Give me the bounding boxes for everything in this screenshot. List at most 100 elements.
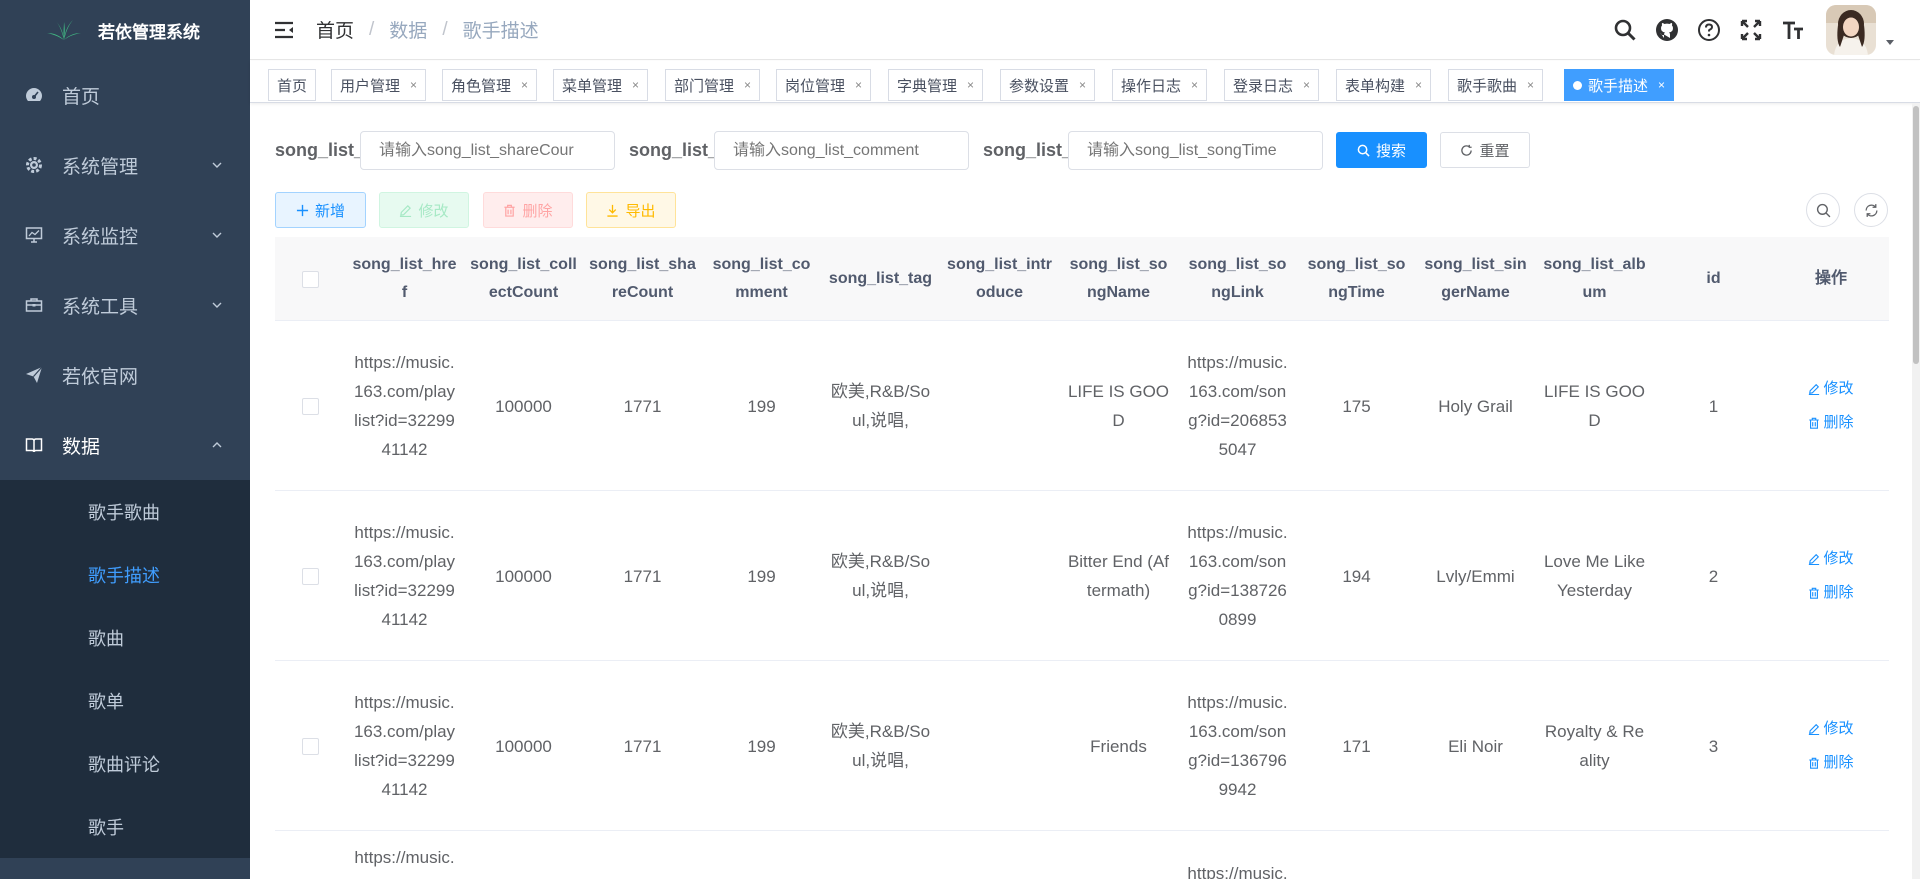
add-button[interactable]: 新增 (275, 192, 366, 228)
submenu-item-singer-songs[interactable]: 歌手歌曲 (0, 480, 250, 543)
table-row: https://music.163.com/playlist?id=322994… (275, 491, 1889, 661)
tag-post[interactable]: 岗位管理 × (776, 69, 872, 101)
row-delete-link[interactable]: 删除 (1808, 406, 1854, 440)
menu-item-home[interactable]: 首页 (0, 60, 250, 130)
close-icon[interactable]: × (1079, 78, 1086, 92)
caret-down-icon[interactable] (1884, 36, 1896, 48)
tag-label: 部门管理 (674, 77, 735, 95)
close-icon[interactable]: × (1191, 78, 1198, 92)
chevron-down-icon (212, 302, 222, 308)
submenu-item-singer-desc[interactable]: 歌手描述 (0, 543, 250, 606)
tag-singer-songs[interactable]: 歌手歌曲 × (1448, 69, 1544, 101)
export-button[interactable]: 导出 (586, 192, 676, 228)
delete-button[interactable]: 删除 (483, 192, 573, 228)
tag-home[interactable]: 首页 (268, 69, 317, 101)
row-edit-label: 修改 (1823, 720, 1854, 737)
tag-dict[interactable]: 字典管理 × (888, 69, 984, 101)
trash-icon (504, 204, 516, 217)
tag-label: 首页 (277, 77, 308, 95)
edit-button[interactable]: 修改 (379, 192, 469, 228)
cell-song-time: 171 (1342, 736, 1371, 756)
row-edit-link[interactable]: 修改 (1808, 712, 1854, 746)
help-icon[interactable] (1696, 17, 1722, 43)
github-icon[interactable] (1654, 17, 1680, 43)
cell-album: Royalty & Reality (1544, 722, 1645, 770)
refresh-table-button[interactable] (1854, 193, 1888, 227)
search-input-song-time[interactable] (1068, 131, 1323, 170)
hamburger-icon[interactable] (272, 18, 296, 42)
submenu-item-playlist[interactable]: 歌单 (0, 669, 250, 732)
menu-label: 若依官网 (62, 366, 139, 388)
edit-icon (1809, 553, 1820, 565)
menu-item-website[interactable]: 若依官网 (0, 340, 250, 410)
row-delete-link[interactable]: 删除 (1808, 746, 1854, 780)
avatar[interactable] (1826, 5, 1876, 55)
row-delete-link[interactable]: 删除 (1808, 576, 1854, 610)
logo[interactable]: 若依管理系统 (0, 0, 250, 60)
row-edit-label: 修改 (1823, 550, 1854, 567)
tag-user[interactable]: 用户管理 × (331, 69, 427, 101)
refresh-icon (1461, 144, 1473, 156)
tag-oper-log[interactable]: 操作日志 × (1112, 69, 1208, 101)
search-input-share-count[interactable] (360, 131, 615, 170)
tag-dept[interactable]: 部门管理 × (665, 69, 761, 101)
cell-operations: 修改 删除 (1773, 491, 1889, 661)
close-icon[interactable]: × (967, 78, 974, 92)
row-delete-label: 删除 (1823, 414, 1854, 431)
toolbox-icon (24, 295, 44, 315)
tag-login-log[interactable]: 登录日志 × (1224, 69, 1320, 101)
search-icon[interactable] (1612, 17, 1638, 43)
close-icon[interactable]: × (632, 78, 639, 92)
close-icon[interactable]: × (1527, 78, 1534, 92)
scrollbar-thumb[interactable] (1913, 106, 1919, 364)
close-icon[interactable]: × (855, 78, 862, 92)
menu-item-tools[interactable]: 系统工具 (0, 270, 250, 340)
cell-tag: 欧美,R&B/Soul,说唱, (830, 552, 931, 600)
row-checkbox[interactable] (301, 567, 319, 585)
edit-icon (400, 204, 412, 217)
breadcrumb-home[interactable]: 首页 (316, 16, 354, 43)
cell-introduce (940, 321, 1059, 491)
search-button[interactable]: 搜索 (1336, 132, 1427, 168)
trash-icon (1809, 757, 1820, 769)
menu-item-data[interactable]: 数据 (0, 410, 250, 480)
cell-comment: 199 (747, 566, 776, 586)
column-header: song_list_tag (828, 270, 933, 287)
cell-tag: 欧美,R&B/Soul,说唱, (830, 722, 931, 770)
close-icon[interactable]: × (1415, 78, 1422, 92)
row-edit-link[interactable]: 修改 (1808, 542, 1854, 576)
close-icon[interactable]: × (410, 78, 417, 92)
trash-icon (1809, 587, 1820, 599)
reset-button[interactable]: 重置 (1440, 132, 1530, 168)
fullscreen-icon[interactable] (1738, 17, 1764, 43)
row-checkbox[interactable] (301, 737, 319, 755)
sidebar: 若依管理系统 首页 系统管理 系统监控 系统工具 若依官网 数据 歌手歌曲 歌手… (0, 0, 250, 879)
tag-label: 表单构建 (1345, 77, 1406, 95)
search-input-comment[interactable] (714, 131, 969, 170)
row-edit-link[interactable]: 修改 (1808, 372, 1854, 406)
select-all-checkbox[interactable] (301, 270, 319, 288)
menu-item-system[interactable]: 系统管理 (0, 130, 250, 200)
tag-menu[interactable]: 菜单管理 × (553, 69, 649, 101)
close-icon[interactable]: × (1658, 78, 1665, 92)
column-header: song_list_songName (1069, 256, 1168, 301)
reset-button-label: 重置 (1479, 142, 1510, 160)
menu-item-monitor[interactable]: 系统监控 (0, 200, 250, 270)
font-size-icon[interactable] (1780, 17, 1806, 43)
submenu-item-songs[interactable]: 歌曲 (0, 606, 250, 669)
submenu-item-singer[interactable]: 歌手 (0, 795, 250, 858)
close-icon[interactable]: × (1303, 78, 1310, 92)
tag-config[interactable]: 参数设置 × (1000, 69, 1096, 101)
tag-role[interactable]: 角色管理 × (442, 69, 538, 101)
toggle-search-button[interactable] (1806, 193, 1840, 227)
tag-singer-desc[interactable]: 歌手描述 × (1564, 69, 1675, 101)
submenu-item-song-comments[interactable]: 歌曲评论 (0, 732, 250, 795)
close-icon[interactable]: × (521, 78, 528, 92)
row-checkbox[interactable] (301, 397, 319, 415)
chevron-down-icon (212, 162, 222, 168)
tag-form-build[interactable]: 表单构建 × (1336, 69, 1432, 101)
tags-view: 首页 用户管理 × 角色管理 × 菜单管理 × 部门管理 × 岗位管理 × 字典… (250, 61, 1920, 103)
column-header: song_list_href (352, 256, 457, 301)
close-icon[interactable]: × (744, 78, 751, 92)
tag-label: 参数设置 (1009, 77, 1070, 95)
